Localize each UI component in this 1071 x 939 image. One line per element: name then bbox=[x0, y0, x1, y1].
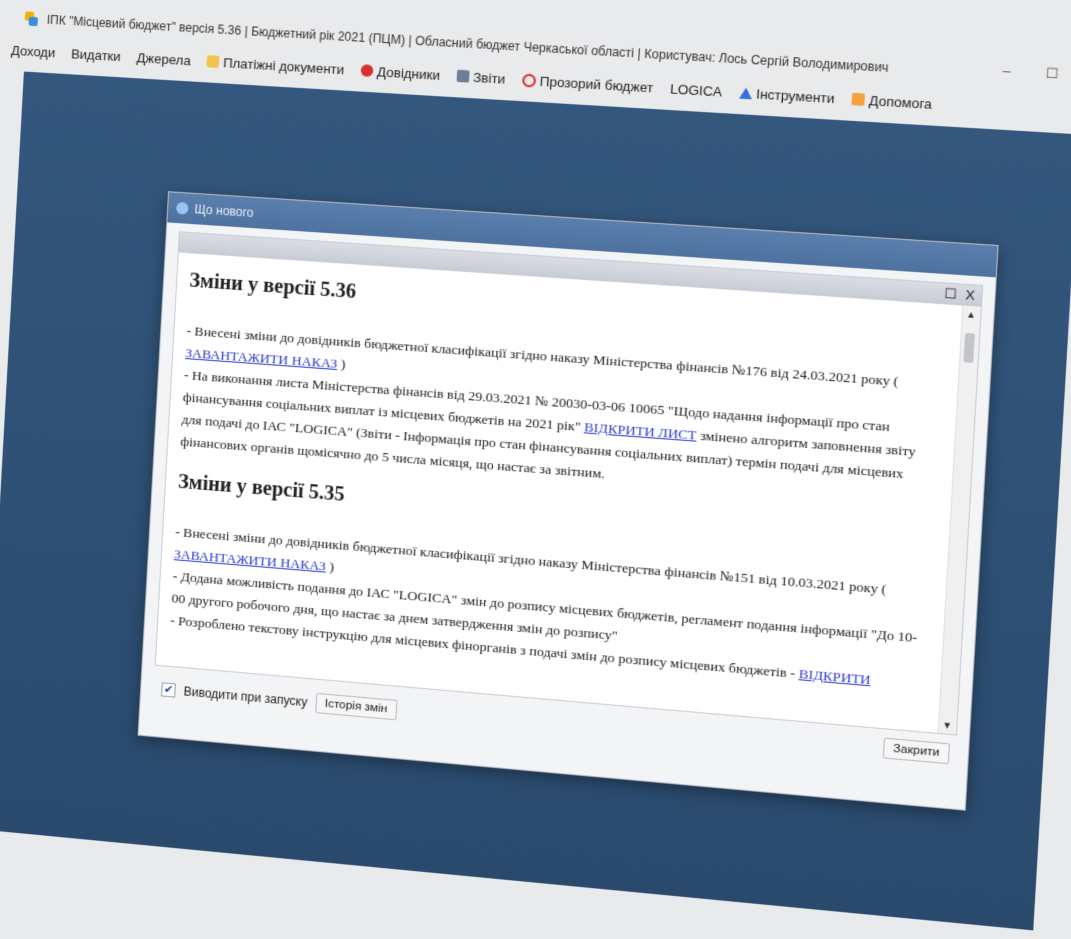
menu-tools-label: Інструменти bbox=[755, 85, 836, 106]
history-button[interactable]: Історія змін bbox=[314, 692, 398, 721]
scroll-up-arrow-icon[interactable]: ▲ bbox=[966, 309, 976, 320]
menu-expenses-label: Видатки bbox=[70, 45, 122, 64]
reference-icon bbox=[360, 64, 374, 78]
change-item-text-after: ) bbox=[340, 356, 346, 372]
scroll-down-arrow-icon[interactable]: ▼ bbox=[942, 720, 952, 731]
menu-sources-label: Джерела bbox=[136, 49, 192, 68]
frame-close-button[interactable]: X bbox=[965, 287, 975, 304]
help-icon bbox=[851, 92, 866, 106]
changes-document: Зміни у версії 5.36 - Внесені зміни до д… bbox=[158, 269, 980, 699]
menu-references[interactable]: Довідники bbox=[360, 63, 441, 83]
open-instruction-link[interactable]: ВІДКРИТИ bbox=[798, 666, 871, 688]
checkbox-check-icon[interactable]: ✔ bbox=[161, 682, 176, 698]
menu-transparent-budget[interactable]: Прозорий бюджет bbox=[521, 72, 654, 96]
minimize-button[interactable]: – bbox=[1002, 63, 1011, 80]
workspace-area: Що нового ☐ X Зміни у версії 5.36 - Внес… bbox=[0, 71, 1071, 931]
app-logo-icon bbox=[25, 11, 40, 26]
menu-income-label: Доходи bbox=[10, 42, 56, 60]
menu-reports-label: Звіти bbox=[472, 69, 506, 87]
prozorro-icon bbox=[521, 72, 536, 88]
app-window: ІПК "Місцевий бюджет" версія 5.36 | Бюдж… bbox=[0, 0, 1071, 939]
show-on-startup-label: Виводити при запуску bbox=[183, 684, 308, 710]
maximize-button[interactable]: ☐ bbox=[1045, 65, 1059, 83]
menu-tools[interactable]: Інструменти bbox=[738, 85, 836, 106]
frame-maximize-button[interactable]: ☐ bbox=[944, 285, 958, 303]
menu-transparent-budget-label: Прозорий бюджет bbox=[539, 73, 654, 96]
menu-expenses[interactable]: Видатки bbox=[71, 46, 121, 64]
show-on-startup-checkbox[interactable]: ✔ Виводити при запуску bbox=[161, 682, 308, 709]
scroll-thumb[interactable] bbox=[963, 332, 975, 363]
dialog-icon bbox=[175, 201, 189, 215]
menu-logica-label: LOGICA bbox=[669, 80, 723, 100]
close-dialog-button[interactable]: Закрити bbox=[882, 737, 950, 765]
docs-icon bbox=[206, 55, 220, 68]
menu-payment-documents[interactable]: Платіжні документи bbox=[206, 54, 345, 77]
window-controls: – ☐ X bbox=[1002, 63, 1071, 85]
change-item-text-after: ) bbox=[329, 558, 335, 575]
menu-help-label: Допомога bbox=[868, 92, 933, 112]
menu-logica[interactable]: LOGICA bbox=[670, 81, 723, 100]
menu-reports[interactable]: Звіти bbox=[456, 68, 506, 86]
tools-icon bbox=[738, 86, 753, 99]
reports-icon bbox=[456, 69, 470, 83]
whats-new-dialog: Що нового ☐ X Зміни у версії 5.36 - Внес… bbox=[137, 191, 999, 811]
dialog-title: Що нового bbox=[194, 202, 254, 221]
menu-payment-documents-label: Платіжні документи bbox=[222, 54, 345, 77]
menu-help[interactable]: Допомога bbox=[851, 91, 932, 111]
menu-references-label: Довідники bbox=[376, 63, 441, 83]
changes-content-frame: ☐ X Зміни у версії 5.36 - Внесені зміни … bbox=[154, 231, 984, 736]
open-letter-link[interactable]: ВІДКРИТИ ЛИСТ bbox=[584, 419, 697, 443]
menu-sources[interactable]: Джерела bbox=[136, 50, 191, 68]
menu-income[interactable]: Доходи bbox=[11, 42, 56, 60]
